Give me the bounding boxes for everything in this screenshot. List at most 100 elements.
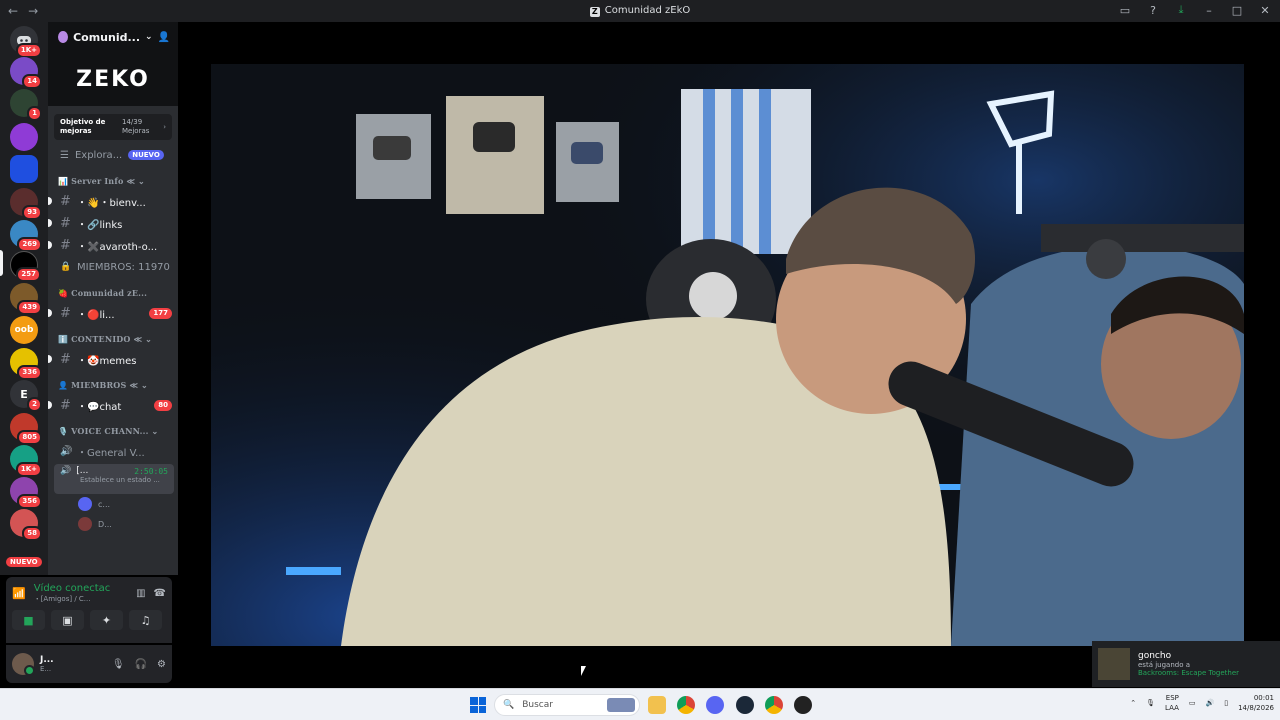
channel-item[interactable]: # ・🤡memes (48, 348, 178, 370)
category-label: ℹ️ CONTENIDO ≪ ⌄ (58, 334, 153, 344)
category-contenido[interactable]: ℹ️ CONTENIDO ≪ ⌄ (48, 330, 178, 348)
taskbar-search[interactable]: 🔍 Buscar (494, 694, 640, 716)
file-explorer-icon[interactable] (648, 696, 666, 714)
search-highlight-icon (607, 698, 635, 712)
chevron-up-icon[interactable]: ⌃ (1130, 699, 1136, 707)
channel-item[interactable]: # ・🔴li... 177 (48, 302, 178, 324)
app-icon[interactable] (794, 696, 812, 714)
window-title: Z Comunidad zEkO (0, 5, 1280, 17)
help-icon[interactable]: ? (1146, 3, 1160, 17)
chrome-icon-2[interactable] (765, 696, 783, 714)
mention-count: 177 (149, 307, 172, 319)
language-indicator[interactable]: ESP LAA (1165, 693, 1179, 713)
windows-start-icon[interactable] (470, 697, 486, 713)
avatar[interactable] (12, 653, 35, 676)
soundboard-button[interactable]: ♫ (129, 610, 162, 630)
camera-button[interactable]: ■ (12, 610, 45, 630)
server-icon[interactable] (10, 155, 38, 183)
server-icon[interactable]: 14 (10, 57, 42, 89)
discord-taskbar-icon[interactable] (706, 696, 724, 714)
server-icon[interactable]: 805 (10, 413, 42, 445)
server-icon[interactable]: 1 (10, 89, 42, 121)
voice-location[interactable]: ・[Amigos] / C... (34, 594, 111, 604)
server-icon[interactable]: 269 (10, 220, 42, 252)
microphone-tray-icon[interactable]: 🎙 (1146, 699, 1155, 707)
hash-icon: # (60, 193, 71, 209)
noise-icon[interactable]: ▥ (136, 588, 145, 599)
category-server-info[interactable]: 📊 Server Info ≪ ⌄ (48, 172, 178, 190)
category-voice[interactable]: 🎙️ VOICE CHANN... ⌄ (48, 422, 178, 440)
server-icon-selected[interactable]: 257 (10, 251, 41, 282)
add-member-icon[interactable]: 👤 (158, 32, 170, 43)
server-icon[interactable]: 93 (10, 188, 42, 220)
activity-thumbnail (1098, 648, 1130, 680)
steam-icon[interactable] (736, 696, 754, 714)
hash-icon: # (60, 397, 71, 413)
category-comunidad[interactable]: 🍓 Comunidad zE... (48, 284, 178, 302)
battery-icon[interactable]: ▯ (1224, 699, 1228, 707)
activity-toast[interactable]: goncho está jugando a Backrooms: Escape … (1092, 641, 1280, 687)
guild-icon (58, 31, 69, 43)
server-letter: E (20, 387, 28, 401)
channel-item[interactable]: 🔒 MIEMBROS: 11970 (48, 256, 178, 278)
window-title-text: Comunidad zEkO (604, 5, 691, 16)
clock[interactable]: 00:01 14/8/2026 (1238, 693, 1274, 713)
unread-indicator (48, 241, 52, 249)
monitor-icon[interactable]: ▭ (1189, 699, 1196, 707)
server-icon[interactable]: 336 (10, 348, 42, 380)
home-button[interactable]: 1K+ (10, 26, 42, 58)
server-icon[interactable]: 1K+ (10, 445, 42, 477)
stream-video[interactable] (211, 64, 1244, 646)
server-icon[interactable] (10, 123, 38, 151)
active-voice-channel[interactable]: 🔊 [... 2:50:05 Establece un estado ... (54, 464, 174, 494)
category-miembros[interactable]: 👤 MIEMBROS ≪ ⌄ (48, 376, 178, 394)
voice-user[interactable]: D... (48, 514, 178, 534)
list-icon: ☰ (60, 149, 69, 161)
server-badge: 58 (22, 526, 42, 541)
microphone-icon[interactable]: 🎙 (112, 659, 125, 670)
screen-share-button[interactable]: ▣ (51, 610, 84, 630)
boost-goal[interactable]: Objetivo de mejoras 14/39 Mejoras › (54, 114, 172, 140)
server-icon[interactable]: E2 (10, 380, 42, 412)
minimize-icon[interactable]: – (1202, 3, 1216, 17)
download-icon[interactable]: ⤓ (1174, 3, 1188, 17)
channel-item[interactable]: # ・🔗links (48, 212, 178, 234)
server-badge: 269 (17, 237, 42, 252)
maximize-icon[interactable]: □ (1230, 3, 1244, 17)
unread-indicator (48, 197, 52, 205)
new-servers-label[interactable]: NUEVO (6, 557, 42, 567)
channel-item[interactable]: # ・👋・bienv... (48, 190, 178, 212)
voice-user[interactable]: c... (48, 494, 178, 514)
gear-icon[interactable]: ⚙ (157, 659, 166, 670)
explore-channels[interactable]: ☰ Explora... NUEVO (48, 144, 178, 166)
server-icon[interactable]: 439 (10, 283, 42, 315)
inbox-icon[interactable]: ▭ (1118, 3, 1132, 17)
server-badge: 1 (27, 106, 42, 121)
signal-icon: 📶 (12, 587, 26, 600)
server-icon[interactable]: 58 (10, 509, 42, 541)
close-icon[interactable]: ✕ (1258, 3, 1272, 17)
server-badge: 805 (17, 430, 42, 445)
server-icon[interactable]: 356 (10, 477, 42, 509)
category-label: 📊 Server Info ≪ ⌄ (58, 176, 145, 186)
disconnect-icon[interactable]: ☎ (154, 588, 166, 599)
channel-name: ・👋・bienv... (77, 197, 146, 209)
server-badge: 439 (17, 300, 42, 315)
activities-button[interactable]: ✦ (90, 610, 123, 630)
channel-name: ・🔴li... (77, 309, 115, 321)
title-bar: ← → Z Comunidad zEkO ▭ ? ⤓ – □ ✕ (0, 0, 1280, 22)
lock-icon: 🔒 (60, 262, 72, 272)
voice-channel-item[interactable]: 🔊 ・General V... (48, 440, 178, 462)
volume-icon[interactable]: 🔊 (1206, 699, 1215, 707)
channel-item[interactable]: # ・✖️avaroth-o... (48, 234, 178, 256)
channel-name: ・🔗links (77, 219, 123, 231)
boost-unit: Mejoras (122, 127, 150, 135)
headphones-icon[interactable]: 🎧 (135, 659, 147, 670)
taskbar: 🔍 Buscar ⌃ 🎙 ESP LAA ▭ 🔊 ▯ 00:01 14/8/20… (0, 688, 1280, 720)
channel-item[interactable]: # ・💬chat 80 (48, 394, 178, 416)
guild-header[interactable]: Comunid... ⌄ 👤 (48, 22, 178, 52)
server-icon[interactable]: oob (10, 316, 38, 344)
chrome-icon[interactable] (677, 696, 695, 714)
time: 00:01 (1253, 694, 1274, 702)
user-panel: J... E... 🎙 🎧 ⚙ (6, 645, 172, 683)
